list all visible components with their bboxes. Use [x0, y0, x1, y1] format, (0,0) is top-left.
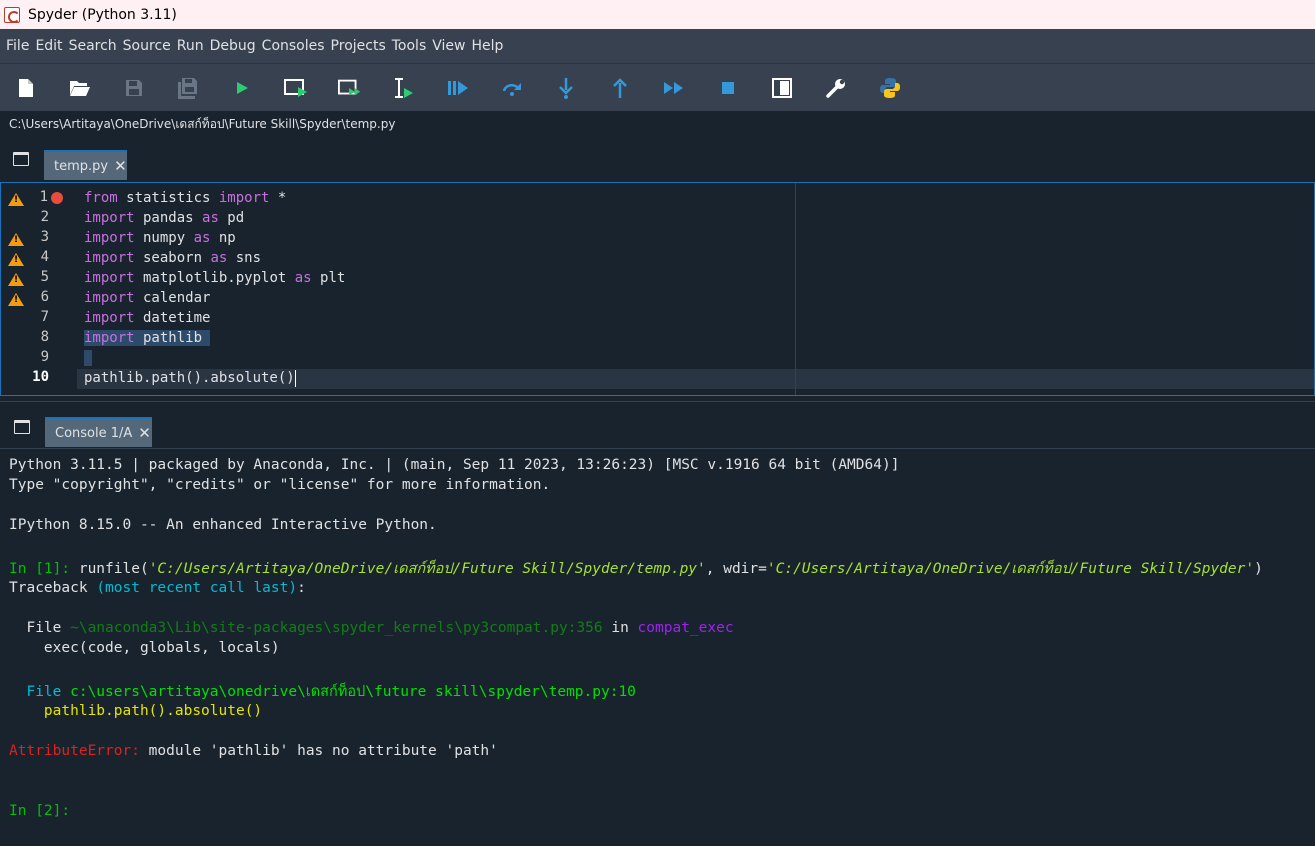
code-line[interactable]: import seaborn as sns — [84, 248, 261, 268]
console-banner: IPython 8.15.0 -- An enhanced Interactiv… — [9, 517, 437, 533]
preferences-icon[interactable] — [824, 76, 848, 100]
menu-file[interactable]: File — [6, 38, 29, 54]
pane-splitter[interactable] — [0, 396, 1315, 402]
window-title: Spyder (Python 3.11) — [28, 6, 177, 23]
warning-icon — [8, 293, 24, 306]
traceback-frame: File ~\anaconda3\Lib\site-packages\spyde… — [9, 620, 734, 636]
warning-icon — [8, 273, 24, 286]
line-number-current: 10 — [32, 369, 49, 385]
close-icon[interactable]: ✕ — [138, 424, 151, 442]
traceback-frame: File c:\users\artitaya\onedrive\เดสก์ท็อ… — [9, 684, 636, 700]
menu-search[interactable]: Search — [69, 38, 117, 54]
menu-debug[interactable]: Debug — [210, 38, 256, 54]
menu-consoles[interactable]: Consoles — [262, 38, 325, 54]
console-banner: Type "copyright", "credits" or "license"… — [9, 477, 551, 493]
current-file-path: C:\Users\Artitaya\OneDrive\เดสก์ท็อป\Fut… — [9, 117, 396, 131]
menu-run[interactable]: Run — [177, 38, 204, 54]
menu-view[interactable]: View — [432, 38, 465, 54]
code-line[interactable]: import matplotlib.pyplot as plt — [84, 268, 345, 288]
traceback-code: pathlib.path().absolute() — [9, 703, 263, 719]
main-toolbar — [0, 63, 1315, 111]
error-message: AttributeError: module 'pathlib' has no … — [9, 743, 498, 759]
code-line[interactable]: import calendar — [84, 288, 210, 308]
menu-tools[interactable]: Tools — [392, 38, 427, 54]
python-path-icon[interactable] — [878, 76, 902, 100]
traceback-code: exec(code, globals, locals) — [9, 640, 280, 656]
code-line-current[interactable]: pathlib.path().absolute() — [84, 368, 296, 388]
tab-temp-py[interactable]: temp.py ✕ — [44, 150, 127, 180]
stop-icon[interactable] — [716, 76, 740, 100]
run-selection-icon[interactable] — [392, 76, 416, 100]
run-cell-icon[interactable] — [284, 76, 308, 100]
traceback-header: Traceback (most recent call last): — [9, 580, 306, 596]
editor-gutter: 1 2 3 4 5 6 7 8 9 10 — [1, 183, 77, 395]
edge-line — [795, 183, 796, 395]
continue-icon[interactable] — [662, 76, 686, 100]
line-number: 5 — [40, 269, 49, 285]
warning-icon — [8, 193, 24, 206]
ipython-console[interactable]: Python 3.11.5 | packaged by Anaconda, In… — [0, 448, 1315, 846]
editor-tab-bar: temp.py ✕ — [0, 138, 1315, 182]
line-number: 8 — [40, 329, 49, 345]
pane-options-icon[interactable] — [14, 420, 30, 434]
spyder-logo-icon — [4, 6, 20, 23]
menu-help[interactable]: Help — [471, 38, 503, 54]
console-prompt[interactable]: In [2]: — [9, 803, 70, 819]
tab-console-1a[interactable]: Console 1/A ✕ — [45, 417, 152, 447]
run-icon[interactable] — [230, 76, 254, 100]
code-line[interactable]: import pandas as pd — [84, 208, 244, 228]
code-line-selected[interactable]: import pathlib — [84, 328, 211, 348]
step-return-icon[interactable] — [608, 76, 632, 100]
maximize-pane-icon[interactable] — [770, 76, 794, 100]
menu-bar: File Edit Search Source Run Debug Consol… — [0, 29, 1315, 63]
breakpoint-icon[interactable] — [51, 192, 63, 204]
code-editor[interactable]: 1 2 3 4 5 6 7 8 9 10 from statistics imp… — [0, 182, 1315, 396]
line-number: 7 — [40, 309, 49, 325]
line-number: 3 — [40, 229, 49, 245]
text-cursor — [294, 369, 296, 387]
line-number: 2 — [40, 209, 49, 225]
new-file-icon[interactable] — [14, 76, 38, 100]
line-number: 9 — [40, 349, 49, 365]
code-line[interactable]: import numpy as np — [84, 228, 236, 248]
file-path-bar: C:\Users\Artitaya\OneDrive\เดสก์ท็อป\Fut… — [0, 111, 1315, 138]
warning-icon — [8, 253, 24, 266]
console-tab-bar: Console 1/A ✕ — [0, 404, 1315, 448]
line-number: 1 — [39, 189, 48, 205]
save-all-icon[interactable] — [176, 76, 200, 100]
line-number: 6 — [40, 289, 49, 305]
console-banner: Python 3.11.5 | packaged by Anaconda, In… — [9, 457, 900, 473]
run-cell-advance-icon[interactable] — [338, 76, 362, 100]
open-file-icon[interactable] — [68, 76, 92, 100]
menu-projects[interactable]: Projects — [331, 38, 386, 54]
code-line[interactable]: from statistics import * — [84, 188, 286, 208]
menu-edit[interactable]: Edit — [35, 38, 62, 54]
step-over-icon[interactable] — [500, 76, 524, 100]
tab-label: temp.py — [54, 158, 109, 174]
title-bar: Spyder (Python 3.11) — [0, 0, 1315, 29]
tab-label: Console 1/A — [55, 425, 133, 441]
code-line[interactable]: import datetime — [84, 308, 210, 328]
warning-icon — [8, 233, 24, 246]
step-into-icon[interactable] — [554, 76, 578, 100]
menu-source[interactable]: Source — [123, 38, 171, 54]
console-input-line: In [1]: runfile('C:/Users/Artitaya/OneDr… — [9, 561, 1263, 577]
close-icon[interactable]: ✕ — [114, 157, 127, 175]
debug-icon[interactable] — [446, 76, 470, 100]
code-line-selected[interactable] — [84, 348, 93, 368]
save-icon[interactable] — [122, 76, 146, 100]
line-number: 4 — [40, 249, 49, 265]
pane-options-icon[interactable] — [13, 152, 29, 166]
